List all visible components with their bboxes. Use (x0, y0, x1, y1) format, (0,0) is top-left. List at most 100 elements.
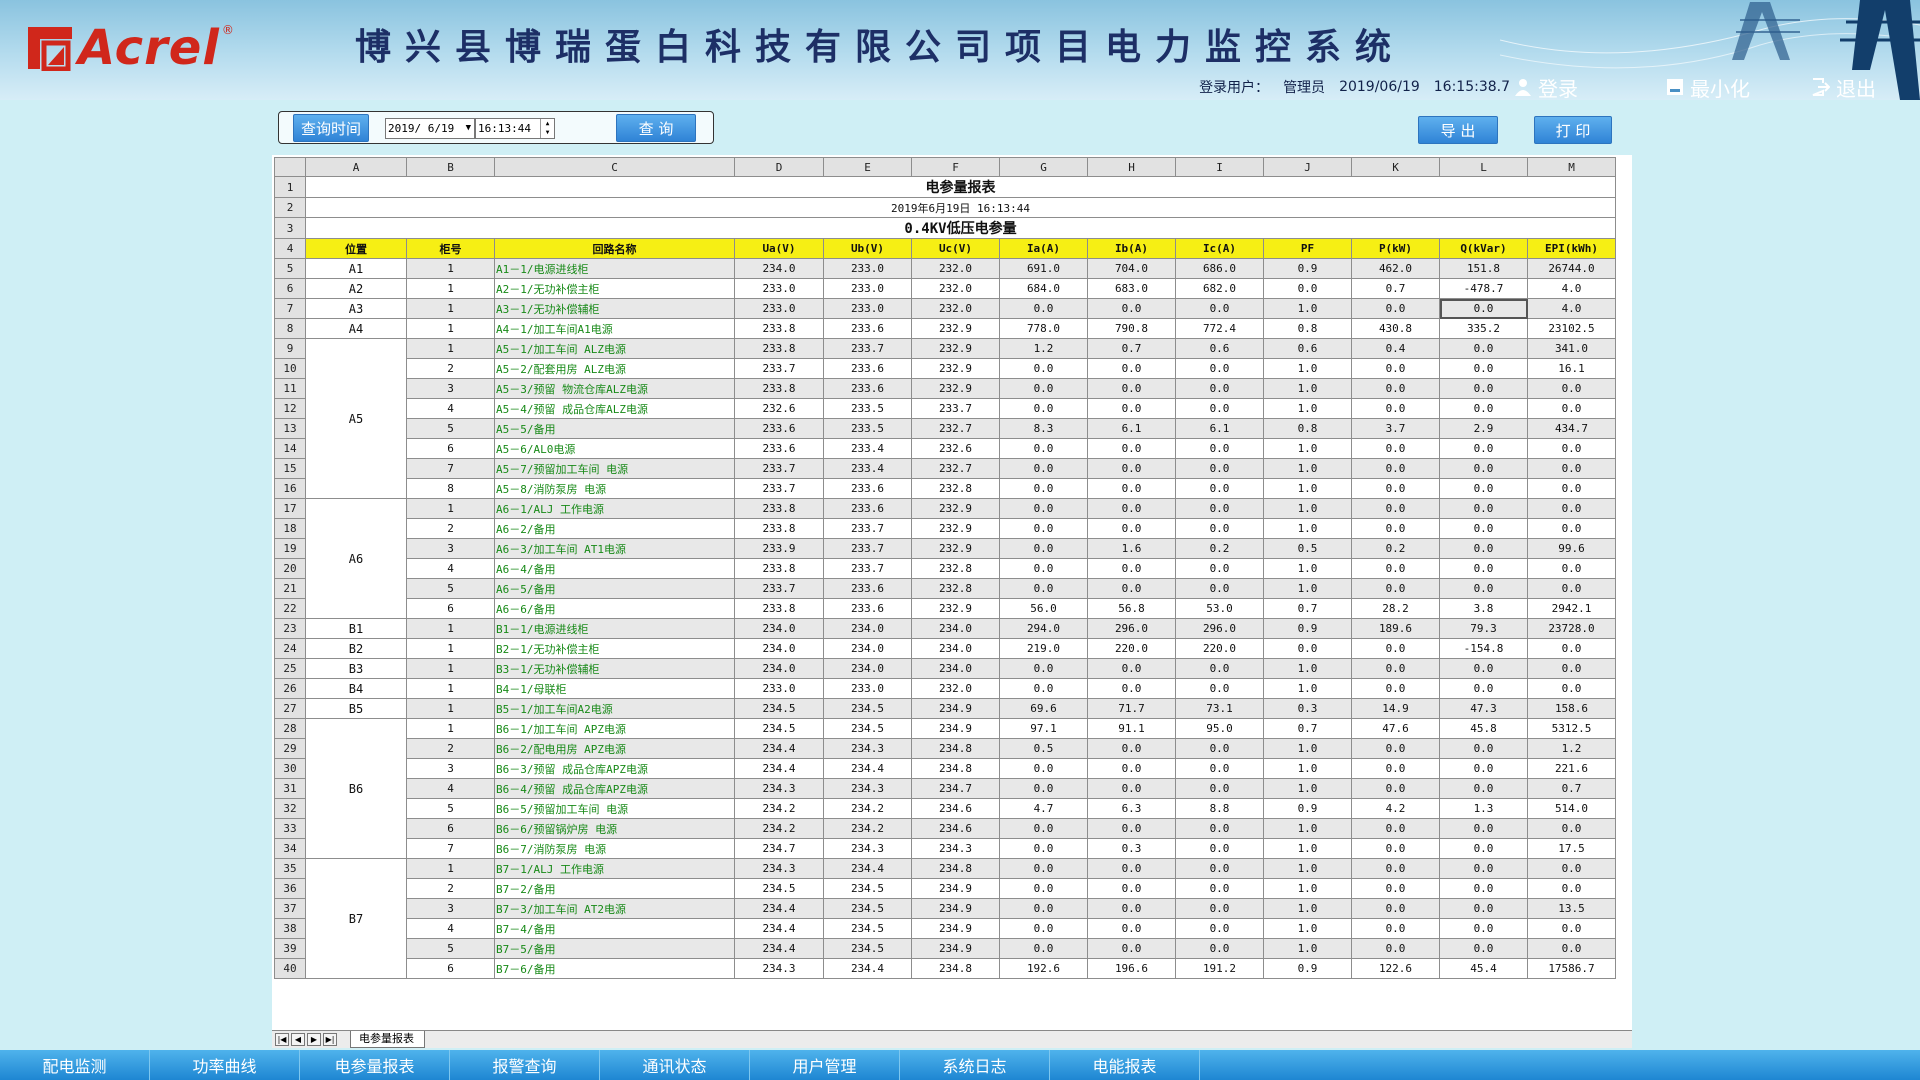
value-cell[interactable]: 1.0 (1263, 438, 1352, 459)
value-cell[interactable]: 0.0 (999, 658, 1088, 679)
circuit-name-cell[interactable]: B6－1/加工车间 APZ电源 (494, 718, 735, 739)
value-cell[interactable]: 2942.1 (1527, 598, 1616, 619)
circuit-name-cell[interactable]: B7－4/备用 (494, 918, 735, 939)
value-cell[interactable]: 2.9 (1439, 418, 1528, 439)
value-cell[interactable]: 0.0 (1351, 578, 1440, 599)
value-cell[interactable]: 0.0 (1439, 738, 1528, 759)
value-cell[interactable]: 1.0 (1263, 778, 1352, 799)
value-cell[interactable]: 0.9 (1263, 958, 1352, 979)
minimize-button[interactable]: 最小化 (1666, 73, 1764, 100)
value-cell[interactable]: 233.7 (823, 518, 912, 539)
value-cell[interactable]: 234.4 (823, 858, 912, 879)
value-cell[interactable]: 0.0 (1175, 358, 1264, 379)
value-cell[interactable]: 234.4 (734, 758, 824, 779)
column-header[interactable]: J (1263, 157, 1352, 177)
circuit-name-cell[interactable]: A2－1/无功补偿主柜 (494, 278, 735, 299)
value-cell[interactable]: 0.0 (999, 778, 1088, 799)
value-cell[interactable]: 682.0 (1175, 278, 1264, 299)
cabinet-number-cell[interactable]: 3 (406, 758, 495, 779)
value-cell[interactable]: 0.0 (1175, 678, 1264, 699)
value-cell[interactable]: 234.8 (911, 858, 1000, 879)
value-cell[interactable]: 233.6 (823, 578, 912, 599)
value-cell[interactable]: 691.0 (999, 258, 1088, 279)
value-cell[interactable]: 234.9 (911, 698, 1000, 719)
value-cell[interactable]: 0.0 (1175, 878, 1264, 899)
sheet-last-button[interactable]: ▶| (323, 1033, 337, 1046)
circuit-name-cell[interactable]: B7－6/备用 (494, 958, 735, 979)
cabinet-number-cell[interactable]: 6 (406, 598, 495, 619)
location-cell[interactable]: A2 (305, 278, 407, 299)
value-cell[interactable]: 56.8 (1087, 598, 1176, 619)
value-cell[interactable]: 0.0 (1527, 438, 1616, 459)
value-cell[interactable]: 232.9 (911, 598, 1000, 619)
row-header[interactable]: 5 (274, 258, 306, 279)
value-cell[interactable]: 0.0 (1087, 358, 1176, 379)
value-cell[interactable]: 234.3 (823, 838, 912, 859)
value-cell[interactable]: 233.6 (823, 318, 912, 339)
value-cell[interactable]: 0.0 (1439, 678, 1528, 699)
circuit-name-cell[interactable]: B6－4/预留 成品仓库APZ电源 (494, 778, 735, 799)
time-spinner-icon[interactable]: ▲ ▼ (540, 119, 554, 138)
column-header[interactable]: G (999, 157, 1088, 177)
value-cell[interactable]: 0.0 (1439, 558, 1528, 579)
value-cell[interactable]: 0.0 (1439, 778, 1528, 799)
value-cell[interactable]: 1.2 (1527, 738, 1616, 759)
row-header[interactable]: 26 (274, 678, 306, 699)
row-header[interactable]: 37 (274, 898, 306, 919)
location-cell[interactable]: A5 (305, 338, 407, 499)
value-cell[interactable]: 0.0 (1351, 478, 1440, 499)
value-cell[interactable]: 0.0 (1175, 478, 1264, 499)
row-header[interactable]: 20 (274, 558, 306, 579)
value-cell[interactable]: 233.7 (734, 458, 824, 479)
value-cell[interactable]: 0.0 (1087, 858, 1176, 879)
value-cell[interactable]: 1.0 (1263, 518, 1352, 539)
value-cell[interactable]: 191.2 (1175, 958, 1264, 979)
column-header[interactable]: B (406, 157, 495, 177)
nav-alarm-query[interactable]: 报警查询 (450, 1050, 600, 1080)
value-cell[interactable]: 234.6 (911, 818, 1000, 839)
value-cell[interactable]: 686.0 (1175, 258, 1264, 279)
circuit-name-cell[interactable]: A6－2/备用 (494, 518, 735, 539)
cabinet-number-cell[interactable]: 4 (406, 398, 495, 419)
value-cell[interactable]: 0.2 (1175, 538, 1264, 559)
value-cell[interactable]: 0.0 (999, 498, 1088, 519)
value-cell[interactable]: 23102.5 (1527, 318, 1616, 339)
value-cell[interactable]: 1.0 (1263, 298, 1352, 319)
value-cell[interactable]: 47.6 (1351, 718, 1440, 739)
cabinet-number-cell[interactable]: 2 (406, 358, 495, 379)
nav-distribution-monitor[interactable]: 配电监测 (0, 1050, 150, 1080)
cabinet-number-cell[interactable]: 1 (406, 278, 495, 299)
value-cell[interactable]: 0.0 (1175, 938, 1264, 959)
report-subtitle[interactable]: 0.4KV低压电参量 (305, 217, 1616, 239)
table-header-cell[interactable]: 回路名称 (494, 238, 735, 259)
value-cell[interactable]: 1.0 (1263, 918, 1352, 939)
value-cell[interactable]: 233.8 (734, 338, 824, 359)
value-cell[interactable]: 0.0 (1087, 918, 1176, 939)
value-cell[interactable]: 1.0 (1263, 458, 1352, 479)
value-cell[interactable]: 234.0 (823, 618, 912, 639)
row-header[interactable]: 33 (274, 818, 306, 839)
column-header[interactable]: F (911, 157, 1000, 177)
value-cell[interactable]: 232.0 (911, 278, 1000, 299)
value-cell[interactable]: 0.0 (1439, 898, 1528, 919)
value-cell[interactable]: 1.0 (1263, 738, 1352, 759)
value-cell[interactable]: 0.0 (1087, 658, 1176, 679)
value-cell[interactable]: 234.0 (823, 658, 912, 679)
value-cell[interactable]: 233.0 (734, 278, 824, 299)
value-cell[interactable]: 151.8 (1439, 258, 1528, 279)
value-cell[interactable]: 233.6 (734, 438, 824, 459)
value-cell[interactable]: 234.8 (911, 758, 1000, 779)
value-cell[interactable]: 1.0 (1263, 478, 1352, 499)
value-cell[interactable]: 232.9 (911, 518, 1000, 539)
value-cell[interactable]: 0.0 (999, 558, 1088, 579)
column-header[interactable]: H (1087, 157, 1176, 177)
row-header[interactable]: 21 (274, 578, 306, 599)
value-cell[interactable]: 233.8 (734, 378, 824, 399)
value-cell[interactable]: 0.0 (999, 538, 1088, 559)
sheet-tab-report[interactable]: 电参量报表 (350, 1031, 425, 1048)
row-header[interactable]: 10 (274, 358, 306, 379)
value-cell[interactable]: 23728.0 (1527, 618, 1616, 639)
row-header[interactable]: 29 (274, 738, 306, 759)
value-cell[interactable]: 0.7 (1263, 598, 1352, 619)
value-cell[interactable]: 234.3 (734, 958, 824, 979)
